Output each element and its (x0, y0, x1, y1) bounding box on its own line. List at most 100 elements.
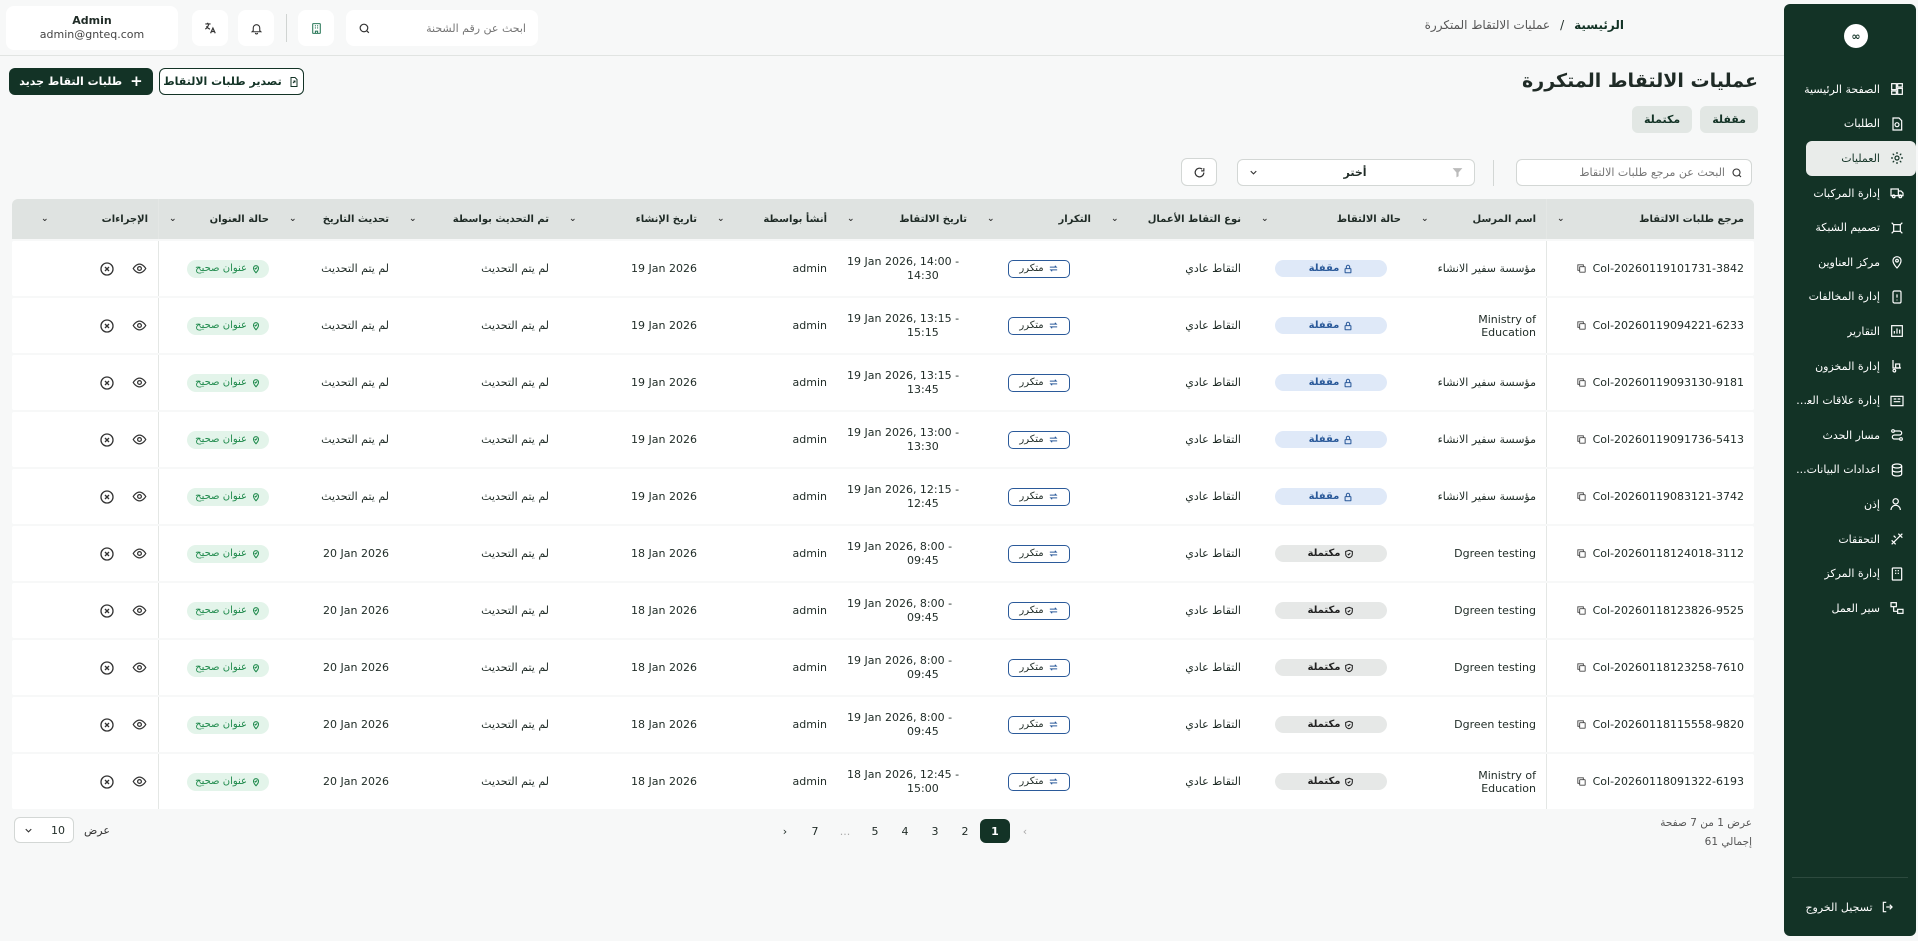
copy-icon[interactable] (1576, 548, 1587, 559)
sidebar-item-workflow[interactable]: سير العمل (1784, 591, 1916, 626)
page-button-5[interactable]: 5 (860, 819, 890, 843)
sidebar-item-violation[interactable]: إدارة المخالفات (1784, 280, 1916, 315)
view-icon[interactable] (130, 260, 148, 278)
tab-closed[interactable]: مقفلة (1700, 106, 1758, 133)
reference-search[interactable] (1516, 159, 1752, 186)
header-col-created-date[interactable]: تاريخ الإنشاء ⌄ (559, 199, 707, 239)
building-button[interactable] (298, 10, 334, 46)
header-col-created-by[interactable]: أنشأ بواسطة ⌄ (707, 199, 837, 239)
copy-icon[interactable] (1576, 320, 1587, 331)
cancel-icon[interactable] (98, 545, 116, 563)
notifications-button[interactable] (238, 10, 274, 46)
cancel-icon[interactable] (98, 317, 116, 335)
logout-button[interactable]: تسجيل الخروج (1792, 892, 1908, 922)
header-col-actions[interactable]: الإجراءات ⌄ (31, 199, 159, 239)
reference-text[interactable]: Col-20260118123258-7610 (1593, 661, 1744, 674)
copy-icon[interactable] (1576, 377, 1587, 388)
shipment-search[interactable] (346, 10, 538, 46)
copy-icon[interactable] (1576, 605, 1587, 616)
copy-icon[interactable] (1576, 719, 1587, 730)
table-row[interactable]: Col-20260119093130-9181 مؤسسة سفير الانشا… (12, 355, 1754, 410)
reference-text[interactable]: Col-20260119101731-3842 (1593, 262, 1744, 275)
view-icon[interactable] (130, 488, 148, 506)
reference-text[interactable]: Col-20260118123826-9525 (1593, 604, 1744, 617)
table-row[interactable]: Col-20260119101731-3842 مؤسسة سفير الانشا… (12, 241, 1754, 296)
reference-search-input[interactable] (1525, 166, 1725, 179)
header-col-sender[interactable]: اسم المرسل ⌄ (1411, 199, 1546, 239)
view-icon[interactable] (130, 545, 148, 563)
view-icon[interactable] (130, 317, 148, 335)
translate-button[interactable] (192, 10, 228, 46)
next-page-button[interactable]: › (770, 819, 800, 843)
prev-page-button[interactable]: ‹ (1010, 819, 1040, 843)
reference-text[interactable]: Col-20260119091736-5413 (1593, 433, 1744, 446)
copy-icon[interactable] (1576, 263, 1587, 274)
reference-text[interactable]: Col-20260118115558-9820 (1593, 718, 1744, 731)
filter-select[interactable]: أختر (1237, 159, 1475, 186)
sidebar-item-crm[interactable]: إدارة علاقات العملاء (1784, 383, 1916, 418)
header-col-address-status[interactable]: حالة العنوان ⌄ (159, 199, 279, 239)
sidebar-item-center[interactable]: إدارة المركز (1784, 556, 1916, 591)
view-icon[interactable] (130, 374, 148, 392)
table-row[interactable]: Col-20260119083121-3742 مؤسسة سفير الانشا… (12, 469, 1754, 524)
header-col-pickup-date[interactable]: تاريخ الالتقاط ⌄ (837, 199, 977, 239)
header-col-status[interactable]: حالة الالتقاط ⌄ (1251, 199, 1411, 239)
refresh-button[interactable] (1181, 158, 1217, 186)
page-button-7[interactable]: 7 (800, 819, 830, 843)
sidebar-item-orders[interactable]: الطلبات (1784, 107, 1916, 142)
header-col-type[interactable]: نوع التقاط الأعمال ⌄ (1101, 199, 1251, 239)
user-profile[interactable]: Admin admin@gnteq.com (6, 6, 178, 50)
reference-text[interactable]: Col-20260118124018-3112 (1593, 547, 1744, 560)
view-icon[interactable] (130, 716, 148, 734)
sidebar-item-network[interactable]: تصميم الشبكة (1784, 210, 1916, 245)
sidebar-item-truck[interactable]: إدارة المركبات (1784, 176, 1916, 211)
header-col-reference[interactable]: مرجع طلبات الالتقاط ⌄ (1546, 199, 1754, 239)
table-row[interactable]: Col-20260119094221-6233 Ministry of Educa… (12, 298, 1754, 353)
sidebar-item-route[interactable]: مسار الحدث (1784, 418, 1916, 453)
breadcrumb-home[interactable]: الرئيسية (1574, 18, 1624, 32)
sidebar-item-tools[interactable]: التحققات (1784, 522, 1916, 557)
cancel-icon[interactable] (98, 602, 116, 620)
cancel-icon[interactable] (98, 488, 116, 506)
table-row[interactable]: Col-20260118115558-9820 Dgreen testing مكت… (12, 697, 1754, 752)
tab-completed[interactable]: مكتملة (1631, 106, 1693, 133)
table-row[interactable]: Col-20260119091736-5413 مؤسسة سفير الانشا… (12, 412, 1754, 467)
cancel-icon[interactable] (98, 659, 116, 677)
page-button-1[interactable]: 1 (980, 819, 1010, 843)
reference-text[interactable]: Col-20260119083121-3742 (1593, 490, 1744, 503)
view-icon[interactable] (130, 773, 148, 791)
sidebar-item-location[interactable]: مركز العناوين (1784, 245, 1916, 280)
view-icon[interactable] (130, 431, 148, 449)
cancel-icon[interactable] (98, 374, 116, 392)
table-row[interactable]: Col-20260118124018-3112 Dgreen testing مكت… (12, 526, 1754, 581)
page-button-4[interactable]: 4 (890, 819, 920, 843)
page-button-3[interactable]: 3 (920, 819, 950, 843)
sidebar-item-operations[interactable]: العمليات (1806, 141, 1916, 176)
copy-icon[interactable] (1576, 491, 1587, 502)
sidebar-item-database[interactable]: اعدادات البيانات... (1784, 453, 1916, 488)
view-icon[interactable] (130, 659, 148, 677)
page-button-2[interactable]: 2 (950, 819, 980, 843)
view-icon[interactable] (130, 602, 148, 620)
sidebar-item-reports[interactable]: التقارير (1784, 314, 1916, 349)
new-pickup-button[interactable]: + طلبات التقاط جديد (9, 68, 153, 95)
table-row[interactable]: Col-20260118123826-9525 Dgreen testing مكت… (12, 583, 1754, 638)
sidebar-item-inventory[interactable]: إدارة المخزون (1784, 349, 1916, 384)
reference-text[interactable]: Col-20260118091322-6193 (1593, 775, 1744, 788)
export-button[interactable]: تصدير طلبات الالتقاط (159, 68, 304, 95)
sidebar-item-users[interactable]: إذن (1784, 487, 1916, 522)
copy-icon[interactable] (1576, 662, 1587, 673)
header-col-updated-date[interactable]: تحديث التاريخ ⌄ (279, 199, 399, 239)
cancel-icon[interactable] (98, 716, 116, 734)
cancel-icon[interactable] (98, 431, 116, 449)
copy-icon[interactable] (1576, 776, 1587, 787)
shipment-search-input[interactable] (377, 21, 526, 35)
table-row[interactable]: Col-20260118091322-6193 Ministry of Educa… (12, 754, 1754, 809)
reference-text[interactable]: Col-20260119094221-6233 (1593, 319, 1744, 332)
header-col-repeat[interactable]: التكرار ⌄ (977, 199, 1101, 239)
reference-text[interactable]: Col-20260119093130-9181 (1593, 376, 1744, 389)
app-logo[interactable]: ∞ (1844, 24, 1868, 48)
cancel-icon[interactable] (98, 260, 116, 278)
sidebar-item-dashboard[interactable]: الصفحة الرئيسية (1784, 72, 1916, 107)
header-col-updated-by[interactable]: تم التحديث بواسطة ⌄ (399, 199, 559, 239)
